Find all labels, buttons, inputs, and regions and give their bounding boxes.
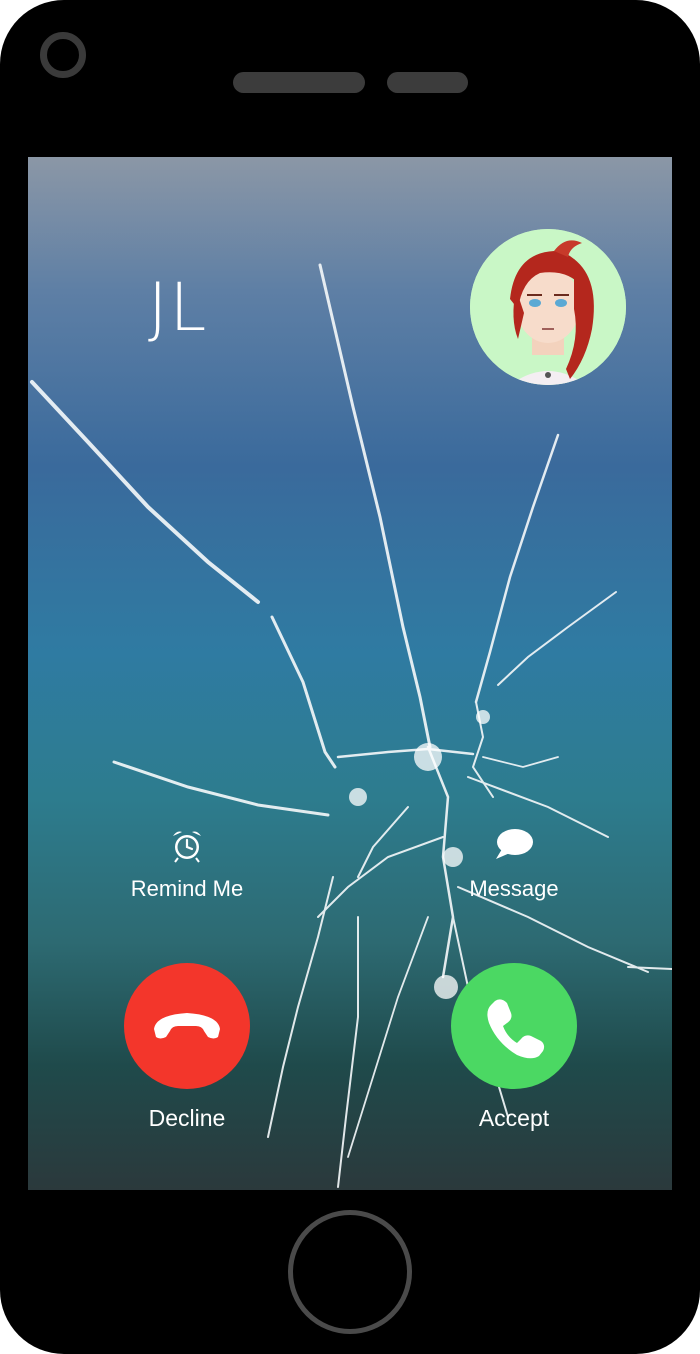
front-camera (40, 32, 86, 78)
accept-button[interactable] (451, 963, 577, 1089)
earpiece-speaker (233, 72, 365, 93)
decline-button[interactable] (124, 963, 250, 1089)
sensor-slot (387, 72, 468, 93)
speech-bubble-icon[interactable] (494, 827, 534, 863)
remind-me-label[interactable]: Remind Me (108, 876, 266, 902)
accept-label: Accept (478, 1105, 550, 1131)
decline-label: Decline (148, 1105, 226, 1131)
alarm-clock-icon[interactable] (169, 827, 205, 863)
message-label[interactable]: Message (450, 876, 578, 902)
phone-frame: JL Remind Me Message Decline Accept (0, 0, 700, 1354)
avatar-portrait-icon (470, 229, 626, 385)
caller-name: JL (148, 269, 209, 346)
phone-icon (487, 999, 545, 1059)
phone-hangup-icon (154, 1013, 220, 1039)
caller-avatar (470, 229, 626, 385)
incoming-call-screen: JL Remind Me Message Decline Accept (28, 157, 672, 1190)
home-button[interactable] (288, 1210, 412, 1334)
